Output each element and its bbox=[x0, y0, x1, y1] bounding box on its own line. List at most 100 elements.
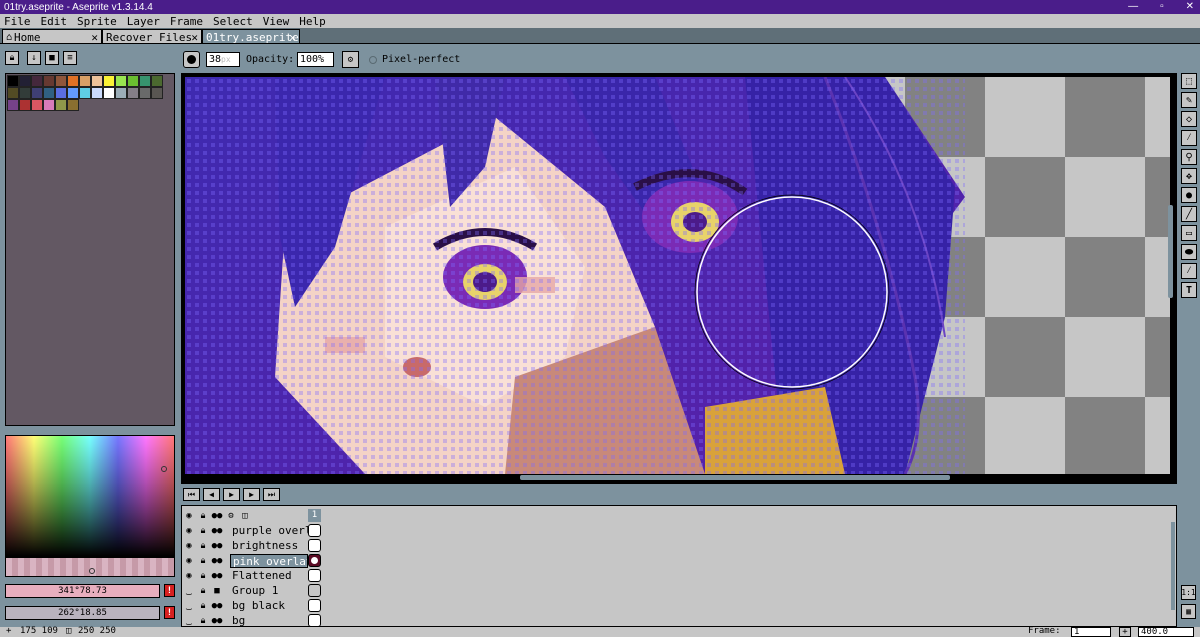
closed-eye-icon[interactable]: ‿ bbox=[182, 601, 196, 611]
palette-swatch[interactable] bbox=[127, 87, 139, 99]
palette-swatch[interactable] bbox=[79, 75, 91, 87]
lock-palette-button[interactable]: 🔒︎ bbox=[5, 51, 19, 65]
palette-swatch[interactable] bbox=[67, 99, 79, 111]
cel[interactable] bbox=[308, 614, 321, 627]
frame-input[interactable]: 1 bbox=[1071, 627, 1111, 637]
palette-swatch[interactable] bbox=[55, 99, 67, 111]
cel[interactable] bbox=[308, 524, 321, 537]
pixel-perfect-checkbox[interactable] bbox=[369, 56, 377, 64]
lock-icon[interactable]: 🔒︎ bbox=[196, 616, 210, 626]
next-frame-button[interactable]: ▶ bbox=[243, 488, 260, 501]
palette-swatch[interactable] bbox=[103, 75, 115, 87]
ink-settings-button[interactable]: ⚙ bbox=[342, 51, 359, 68]
text-tool[interactable]: T bbox=[1181, 282, 1197, 298]
layer-name[interactable]: brightness bbox=[230, 539, 308, 553]
brush-size-field[interactable]: 38px bbox=[206, 52, 240, 67]
eye-icon[interactable]: ◉ bbox=[182, 571, 196, 581]
horizontal-scrollbar[interactable] bbox=[520, 475, 950, 480]
palette-swatch[interactable] bbox=[31, 87, 43, 99]
palette-sort-button[interactable]: ↓ bbox=[27, 51, 41, 65]
zoom-tool[interactable]: ⚲ bbox=[1181, 149, 1197, 165]
play-button[interactable]: ▶ bbox=[223, 488, 240, 501]
menu-layer[interactable]: Layer bbox=[127, 15, 160, 28]
maximize-button[interactable]: ▫ bbox=[1160, 2, 1164, 12]
tab-01try[interactable]: 01try.aseprite ✕ bbox=[202, 29, 300, 44]
palette-swatch[interactable] bbox=[7, 99, 19, 111]
layer-name[interactable]: Group 1 bbox=[230, 584, 308, 598]
color-spectrum[interactable] bbox=[5, 435, 175, 564]
layer-row-active[interactable]: ◉ 🔒︎ ●● pink overlay bbox=[182, 553, 322, 568]
background-warning-icon[interactable]: ! bbox=[164, 606, 175, 619]
rectangle-tool[interactable]: ▭ bbox=[1181, 225, 1197, 241]
lock-icon[interactable]: 🔒︎ bbox=[196, 601, 210, 611]
previous-frame-button[interactable]: ◀ bbox=[203, 488, 220, 501]
vertical-scrollbar[interactable] bbox=[1168, 205, 1173, 298]
last-frame-button[interactable]: ⏭ bbox=[263, 488, 280, 501]
palette-swatch[interactable] bbox=[7, 87, 19, 99]
menu-frame[interactable]: Frame bbox=[170, 15, 203, 28]
layer-row[interactable]: ‿ 🔒︎ ●● bg black bbox=[182, 598, 322, 613]
layer-name[interactable]: bg bbox=[230, 614, 308, 628]
palette-swatch[interactable] bbox=[115, 87, 127, 99]
cel[interactable] bbox=[308, 584, 321, 597]
closed-eye-icon[interactable]: ‿ bbox=[182, 586, 196, 596]
palette-swatch[interactable] bbox=[19, 99, 31, 111]
blur-tool[interactable]: ⁄ bbox=[1181, 263, 1197, 279]
layer-name[interactable]: Flattened bbox=[230, 569, 308, 583]
menu-help[interactable]: Help bbox=[299, 15, 326, 28]
palette-swatch[interactable] bbox=[31, 75, 43, 87]
layer-row[interactable]: ◉ 🔒︎ ●● Flattened bbox=[182, 568, 322, 583]
palette-swatch[interactable] bbox=[91, 75, 103, 87]
layer-props-icon[interactable]: ⚙ bbox=[224, 511, 238, 521]
palette-swatch[interactable] bbox=[103, 87, 115, 99]
lock-icon[interactable]: 🔒︎ bbox=[196, 526, 210, 536]
onion-skin-icon[interactable]: ◫ bbox=[238, 511, 252, 521]
eye-icon[interactable]: ◉ bbox=[182, 511, 196, 521]
cel[interactable] bbox=[308, 599, 321, 612]
palette-swatch[interactable] bbox=[79, 87, 91, 99]
palette-swatch[interactable] bbox=[19, 75, 31, 87]
palette-swatch[interactable] bbox=[43, 99, 55, 111]
first-frame-button[interactable]: ⏮ bbox=[183, 488, 200, 501]
folder-icon[interactable]: ■ bbox=[210, 586, 224, 596]
move-tool[interactable]: ✥ bbox=[1181, 168, 1197, 184]
lock-icon[interactable]: 🔒︎ bbox=[196, 556, 210, 566]
closed-eye-icon[interactable]: ‿ bbox=[182, 616, 196, 626]
continuous-icon[interactable]: ●● bbox=[210, 526, 224, 536]
layer-row[interactable]: ◉ 🔒︎ ●● brightness bbox=[182, 538, 322, 553]
palette-swatch[interactable] bbox=[43, 75, 55, 87]
menu-sprite[interactable]: Sprite bbox=[77, 15, 117, 28]
palette-swatch[interactable] bbox=[55, 87, 67, 99]
lock-icon[interactable]: 🔒︎ bbox=[196, 571, 210, 581]
palette-swatch[interactable] bbox=[67, 75, 79, 87]
layer-name[interactable]: pink overlay bbox=[230, 553, 308, 568]
menu-file[interactable]: File bbox=[4, 15, 31, 28]
palette-swatch[interactable] bbox=[151, 87, 163, 99]
minimize-button[interactable]: — bbox=[1128, 2, 1138, 12]
zoom-field[interactable]: 400.0 bbox=[1138, 627, 1194, 637]
continuous-icon[interactable]: ●● bbox=[210, 601, 224, 611]
lock-icon[interactable]: 🔒︎ bbox=[196, 541, 210, 551]
palette-swatch[interactable] bbox=[7, 75, 19, 87]
eyedropper-tool[interactable]: ⁄ bbox=[1181, 130, 1197, 146]
palette-presets-button[interactable]: ■ bbox=[45, 51, 59, 65]
zoom-reset-button[interactable]: 1:1 bbox=[1181, 585, 1196, 600]
eraser-tool[interactable]: ◇ bbox=[1181, 111, 1197, 127]
brush-type-button[interactable] bbox=[183, 51, 200, 68]
pencil-tool[interactable]: ✎ bbox=[1181, 92, 1197, 108]
layer-row[interactable]: ‿ 🔒︎ ■ Group 1 bbox=[182, 583, 322, 598]
palette-swatch[interactable] bbox=[139, 87, 151, 99]
background-color-bar[interactable]: 262°18.85 bbox=[5, 606, 160, 620]
continuous-icon[interactable]: ●● bbox=[210, 541, 224, 551]
palette-swatch[interactable] bbox=[43, 87, 55, 99]
lock-icon[interactable]: 🔒︎ bbox=[196, 511, 210, 521]
menu-select[interactable]: Select bbox=[213, 15, 253, 28]
layer-row[interactable]: ‿ 🔒︎ ●● bg bbox=[182, 613, 322, 628]
opacity-field[interactable]: 100% bbox=[297, 52, 334, 67]
palette-swatch[interactable] bbox=[19, 87, 31, 99]
continuous-icon[interactable]: ●● bbox=[210, 511, 224, 521]
palette-swatch[interactable] bbox=[115, 75, 127, 87]
palette-swatch[interactable] bbox=[91, 87, 103, 99]
marquee-tool[interactable]: ⬚ bbox=[1181, 73, 1197, 89]
timeline-layout-button[interactable]: ▦ bbox=[1181, 604, 1196, 619]
